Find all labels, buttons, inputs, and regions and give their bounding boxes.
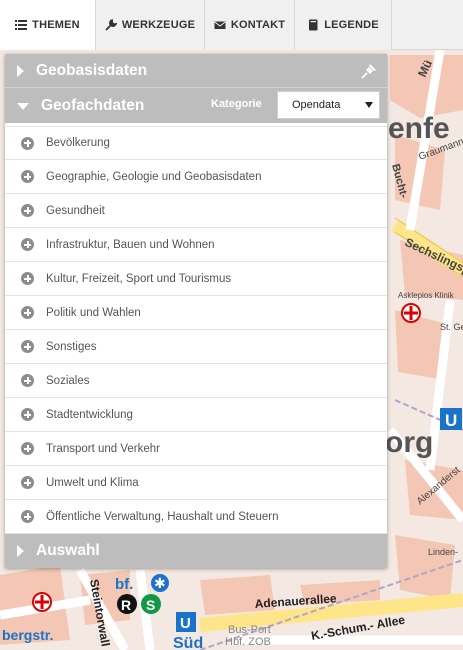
category-item[interactable]: Soziales bbox=[5, 364, 387, 398]
map-label-district: org bbox=[385, 426, 433, 459]
map-label: Linden- bbox=[428, 547, 458, 557]
category-item[interactable]: Bevölkerung bbox=[5, 126, 387, 160]
list-icon bbox=[15, 19, 28, 31]
category-label: Infrastruktur, Bauen und Wohnen bbox=[46, 238, 215, 251]
map-label-station: Süd bbox=[173, 635, 203, 650]
plus-circle-icon bbox=[21, 136, 34, 150]
regional-train-icon: R bbox=[117, 594, 137, 614]
map-label: Asklepios Klinik bbox=[398, 291, 455, 300]
category-item[interactable]: Transport und Verkehr bbox=[5, 432, 387, 466]
book-icon bbox=[307, 19, 319, 31]
category-item[interactable]: Öffentliche Verwaltung, Haushalt und Ste… bbox=[5, 500, 387, 534]
kategorie-select[interactable]: Opendata bbox=[277, 91, 380, 119]
accordion-auswahl[interactable]: Auswahl bbox=[5, 534, 387, 568]
main-tab-bar: THEMEN WERKZEUGE KONTAKT LEGENDE bbox=[0, 0, 463, 50]
svg-text:R: R bbox=[121, 597, 131, 613]
category-label: Geographie, Geologie und Geobasisdaten bbox=[46, 170, 262, 183]
tab-label: KONTAKT bbox=[230, 19, 286, 31]
category-item[interactable]: Sonstiges bbox=[5, 330, 387, 364]
accordion-title: Auswahl bbox=[36, 542, 100, 559]
plus-circle-icon bbox=[21, 374, 34, 387]
s-bahn-icon: S bbox=[141, 594, 161, 614]
hospital-icon bbox=[401, 303, 421, 323]
wrench-icon bbox=[105, 19, 117, 31]
u-bahn-icon: U bbox=[440, 408, 462, 430]
category-label: Transport und Verkehr bbox=[46, 442, 160, 455]
accordion-geofachdaten[interactable]: Geofachdaten Kategorie Opendata bbox=[5, 88, 387, 123]
plus-circle-icon bbox=[21, 306, 34, 319]
chevron-right-icon bbox=[17, 64, 24, 77]
plus-circle-icon bbox=[21, 170, 34, 183]
svg-text:U: U bbox=[445, 411, 457, 430]
category-item[interactable]: Stadtentwicklung bbox=[5, 398, 387, 432]
category-label: Gesundheit bbox=[46, 204, 105, 217]
tourist-info-icon: ✱ bbox=[151, 574, 169, 592]
category-item[interactable]: Umwelt und Klima bbox=[5, 466, 387, 500]
map-label-district: enfe bbox=[388, 112, 450, 145]
category-label: Sonstiges bbox=[46, 340, 97, 353]
accordion-title: Geobasisdaten bbox=[36, 61, 148, 79]
category-label: Kultur, Freizeit, Sport und Tourismus bbox=[46, 272, 232, 285]
category-label: Stadtentwicklung bbox=[46, 408, 133, 421]
caret-down-icon bbox=[365, 102, 373, 108]
category-label: Bevölkerung bbox=[46, 137, 110, 149]
accordion-geobasisdaten[interactable]: Geobasisdaten bbox=[5, 54, 387, 88]
category-label: Umwelt und Klima bbox=[46, 476, 139, 489]
tab-label: LEGENDE bbox=[324, 19, 379, 31]
plus-circle-icon bbox=[21, 476, 34, 489]
tab-label: THEMEN bbox=[32, 19, 80, 31]
pin-icon[interactable] bbox=[361, 63, 377, 79]
category-item[interactable]: Infrastruktur, Bauen und Wohnen bbox=[5, 228, 387, 262]
category-label: Soziales bbox=[46, 374, 90, 387]
plus-circle-icon bbox=[21, 238, 34, 251]
category-item[interactable]: Geographie, Geologie und Geobasisdaten bbox=[5, 160, 387, 194]
tab-themen[interactable]: THEMEN bbox=[0, 0, 96, 50]
chevron-down-icon bbox=[17, 103, 29, 110]
svg-text:U: U bbox=[180, 615, 191, 632]
map-label: Bus-Port bbox=[228, 624, 271, 636]
svg-text:S: S bbox=[146, 597, 155, 613]
tab-kontakt[interactable]: KONTAKT bbox=[205, 0, 295, 50]
plus-circle-icon bbox=[21, 272, 34, 285]
category-label: Öffentliche Verwaltung, Haushalt und Ste… bbox=[46, 510, 279, 523]
category-list: Bevölkerung Geographie, Geologie und Geo… bbox=[5, 123, 387, 534]
themes-panel: Geobasisdaten Geofachdaten Kategorie Ope… bbox=[5, 54, 387, 568]
hospital-icon bbox=[32, 592, 52, 612]
plus-circle-icon bbox=[21, 204, 34, 217]
map-label-station: bf. bbox=[115, 576, 133, 593]
tab-werkzeuge[interactable]: WERKZEUGE bbox=[96, 0, 205, 50]
plus-circle-icon bbox=[21, 442, 34, 455]
chevron-right-icon bbox=[17, 545, 24, 557]
map-label-station: bergstr. bbox=[2, 627, 53, 643]
category-item[interactable]: Gesundheit bbox=[5, 194, 387, 228]
plus-circle-icon bbox=[21, 408, 34, 421]
tab-legende[interactable]: LEGENDE bbox=[295, 0, 392, 50]
plus-circle-icon bbox=[21, 510, 34, 523]
u-bahn-icon: U bbox=[176, 612, 196, 632]
svg-text:✱: ✱ bbox=[154, 576, 166, 592]
tab-label: WERKZEUGE bbox=[121, 19, 196, 31]
kategorie-value: Opendata bbox=[292, 99, 341, 111]
kategorie-label: Kategorie bbox=[211, 98, 262, 110]
category-label: Politik und Wahlen bbox=[46, 306, 141, 319]
category-item[interactable]: Kultur, Freizeit, Sport und Tourismus bbox=[5, 262, 387, 296]
plus-circle-icon bbox=[21, 340, 34, 353]
map-label: St. Geor bbox=[440, 322, 463, 332]
accordion-title: Geofachdaten bbox=[41, 96, 145, 114]
map-label: Hbf. ZOB bbox=[225, 636, 271, 648]
envelope-icon bbox=[214, 19, 226, 31]
category-item[interactable]: Politik und Wahlen bbox=[5, 296, 387, 330]
